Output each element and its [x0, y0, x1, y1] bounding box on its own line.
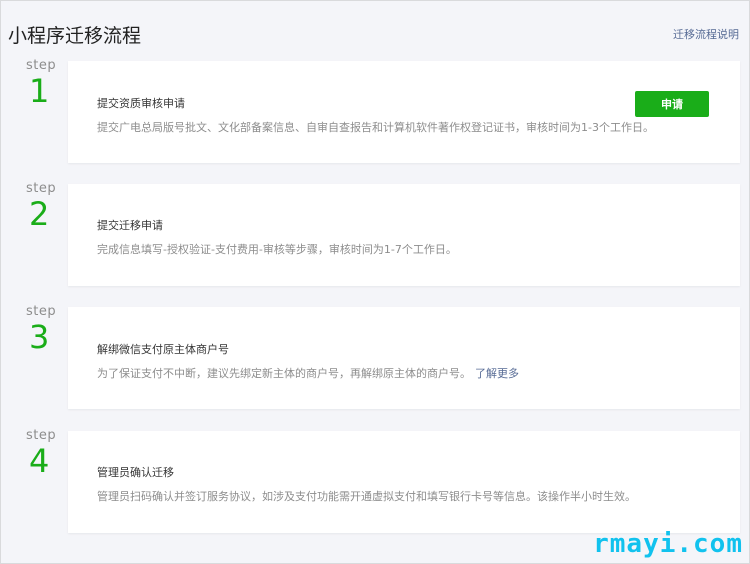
step-card-1: 提交资质审核申请 提交广电总局版号批文、文化部备案信息、自审自查报告和计算机软件… — [68, 61, 740, 163]
step-number: 2 — [29, 195, 50, 233]
step-description: 提交广电总局版号批文、文化部备案信息、自审自查报告和计算机软件著作权登记证书，审… — [97, 121, 654, 134]
page-title: 小程序迁移流程 — [8, 25, 142, 47]
learn-more-link[interactable]: 了解更多 — [475, 367, 519, 380]
step-number: 3 — [29, 318, 50, 356]
step-title: 解绑微信支付原主体商户号 — [97, 343, 229, 356]
step-description: 为了保证支付不中断，建议先绑定新主体的商户号，再解绑原主体的商户号。 了解更多 — [97, 365, 519, 381]
step-number: 4 — [29, 442, 50, 480]
step-card-2: 提交迁移申请 完成信息填写-授权验证-支付费用-审核等步骤，审核时间为1-7个工… — [68, 184, 740, 286]
apply-button[interactable]: 申请 — [635, 91, 709, 117]
step-label: step — [26, 304, 57, 319]
step-description-text: 为了保证支付不中断，建议先绑定新主体的商户号，再解绑原主体的商户号。 — [97, 367, 471, 380]
step-title: 提交迁移申请 — [97, 219, 163, 232]
migration-help-link[interactable]: 迁移流程说明 — [673, 26, 739, 42]
watermark-logo: rmayi.com — [593, 529, 743, 559]
step-label: step — [26, 181, 57, 196]
step-title: 管理员确认迁移 — [97, 466, 174, 479]
step-description: 管理员扫码确认并签订服务协议，如涉及支付功能需开通虚拟支付和填写银行卡号等信息。… — [97, 490, 636, 503]
step-label: step — [26, 428, 57, 443]
step-description: 完成信息填写-授权验证-支付费用-审核等步骤，审核时间为1-7个工作日。 — [97, 243, 457, 256]
step-card-4: 管理员确认迁移 管理员扫码确认并签订服务协议，如涉及支付功能需开通虚拟支付和填写… — [68, 431, 740, 533]
step-label: step — [26, 58, 57, 73]
migration-flow-page: 小程序迁移流程 迁移流程说明 step 1 提交资质审核申请 提交广电总局版号批… — [0, 0, 750, 564]
step-card-3: 解绑微信支付原主体商户号 为了保证支付不中断，建议先绑定新主体的商户号，再解绑原… — [68, 307, 740, 409]
step-title: 提交资质审核申请 — [97, 97, 185, 110]
step-number: 1 — [29, 72, 50, 110]
